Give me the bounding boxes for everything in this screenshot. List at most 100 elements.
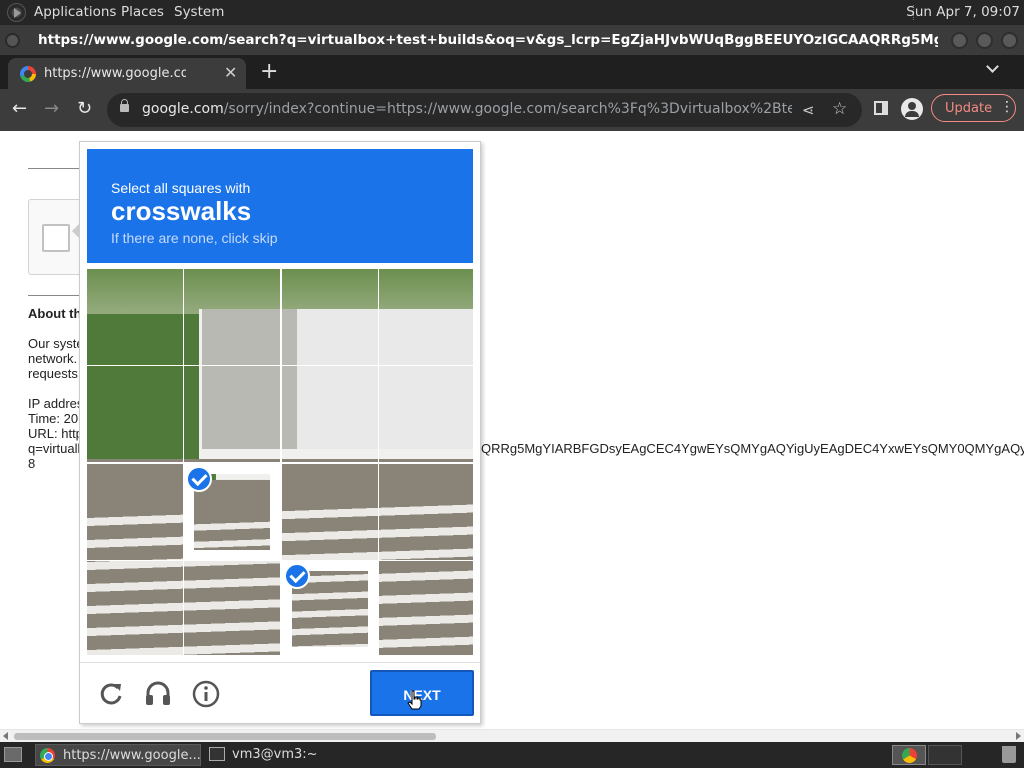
grid-tile[interactable] [281,463,378,560]
grid-tile[interactable] [184,269,281,365]
window-titlebar[interactable]: https://www.google.com/search?q=virtualb… [0,25,1024,55]
taskbar-item-browser[interactable]: https://www.google... [35,744,201,766]
reload-challenge-icon[interactable] [96,679,126,709]
close-tab-icon[interactable]: ✕ [224,63,237,82]
skip-hint: If there are none, click skip [111,230,278,246]
grid-tile[interactable] [87,560,183,657]
distro-logo-icon[interactable] [7,3,26,22]
show-desktop-icon[interactable] [4,747,22,762]
info-icon[interactable] [191,679,221,709]
grid-tile[interactable] [184,560,281,657]
update-button[interactable]: Update ⋮ [931,94,1016,122]
audio-challenge-icon[interactable] [143,679,173,709]
tile-photo [87,269,183,365]
update-label: Update [945,101,993,116]
bookmark-star-icon[interactable]: ☆ [832,99,847,119]
tile-image [281,366,378,463]
browser-tab[interactable]: https://www.google.com/search?q=virtualb… [8,58,246,89]
scroll-left-arrow-icon[interactable] [3,732,8,740]
maximize-button[interactable] [976,32,993,49]
grid-tile[interactable] [281,366,378,463]
google-favicon-icon [20,66,36,82]
tile-image [378,269,475,365]
grid-tile[interactable] [87,269,183,365]
grid-tile[interactable] [281,560,378,657]
workspace-2[interactable] [928,745,962,765]
close-window-button[interactable] [1001,32,1018,49]
tab-search-chevron-icon[interactable] [985,61,1001,77]
grid-tile[interactable] [378,463,475,560]
selected-check-icon [186,465,213,492]
body-line: requests [28,366,78,381]
applications-menu[interactable]: Applications [34,4,116,20]
system-menu[interactable]: System [174,4,224,20]
about-heading: About th [28,306,82,321]
window-title: https://www.google.com/search?q=virtualb… [38,32,938,48]
window-menu-icon[interactable] [5,33,20,48]
more-menu-icon[interactable]: ⋮ [1000,98,1014,117]
workspace-1[interactable] [892,745,926,765]
taskbar-item-label: https://www.google... [63,748,201,763]
query-line-tail: QRRg5MgYIARBFGDsyEAgCEC4YgwEYsQMYgAQYigU… [481,441,1024,456]
profile-avatar-icon[interactable] [901,98,923,120]
url-host: google.com [142,101,224,117]
tile-photo [184,560,281,655]
url-text[interactable]: google.com/sorry/index?continue=https://… [142,101,792,117]
time-line: Time: 20 [28,411,79,426]
query-line: q=virtuall [28,441,81,456]
body-line: Our syste [28,336,84,351]
top-panel: Applications Places System Sun Apr 7, 09… [0,0,1024,25]
ip-address-line: IP addres [28,396,84,411]
tile-image [87,560,183,657]
tile-photo [281,269,378,365]
tile-image [184,269,281,365]
tile-photo [281,463,378,560]
instruction-text: Select all squares with [111,180,251,196]
scrollbar-thumb[interactable] [14,733,436,740]
grid-tile[interactable] [378,366,475,463]
tile-photo [281,366,378,463]
selected-check-icon [283,562,310,589]
taskbar-item-terminal[interactable]: vm3@vm3:~ [205,744,365,766]
image-grid [87,269,475,657]
lock-icon[interactable] [120,99,129,112]
new-tab-button[interactable]: + [260,59,278,84]
url-path: /sorry/index?continue=https://www.google… [223,101,792,117]
share-icon[interactable]: ⋖ [802,101,815,119]
grid-tile[interactable] [87,463,183,560]
chrome-icon [902,748,917,763]
hand-cursor-icon [407,690,422,710]
back-arrow-icon[interactable]: ← [12,99,27,119]
tile-image [184,560,281,657]
clock[interactable]: Sun Apr 7, 09:07 [906,4,1020,20]
reload-icon[interactable]: ↻ [77,99,92,119]
tile-photo [378,560,473,655]
tile-image [281,269,378,365]
bottom-taskbar: https://www.google... vm3@vm3:~ [0,742,1024,768]
grid-tile[interactable] [184,463,281,560]
places-menu[interactable]: Places [121,4,164,20]
tile-photo [378,366,473,463]
grid-tile[interactable] [184,366,281,463]
recaptcha-checkbox[interactable] [42,224,70,252]
grid-tile[interactable] [378,560,475,657]
url-line: URL: http [28,426,83,441]
terminal-icon [209,747,225,761]
chrome-icon [40,748,55,763]
horizontal-scrollbar[interactable] [0,729,1024,742]
tab-strip: https://www.google.com/search?q=virtualb… [0,55,1024,89]
grid-tile[interactable] [87,366,183,463]
tile-image [87,463,183,560]
minimize-button[interactable] [951,32,968,49]
grid-tile[interactable] [281,269,378,365]
tile-photo [184,269,281,365]
scroll-right-arrow-icon[interactable] [1016,732,1021,740]
trash-icon[interactable] [1002,746,1016,763]
tile-photo [184,366,281,463]
forward-arrow-icon[interactable]: → [44,99,59,119]
grid-tile[interactable] [378,269,475,365]
side-panel-icon[interactable] [874,101,888,115]
tile-image [87,269,183,365]
address-bar[interactable]: google.com/sorry/index?continue=https://… [107,93,862,127]
taskbar-item-label: vm3@vm3:~ [232,747,318,762]
